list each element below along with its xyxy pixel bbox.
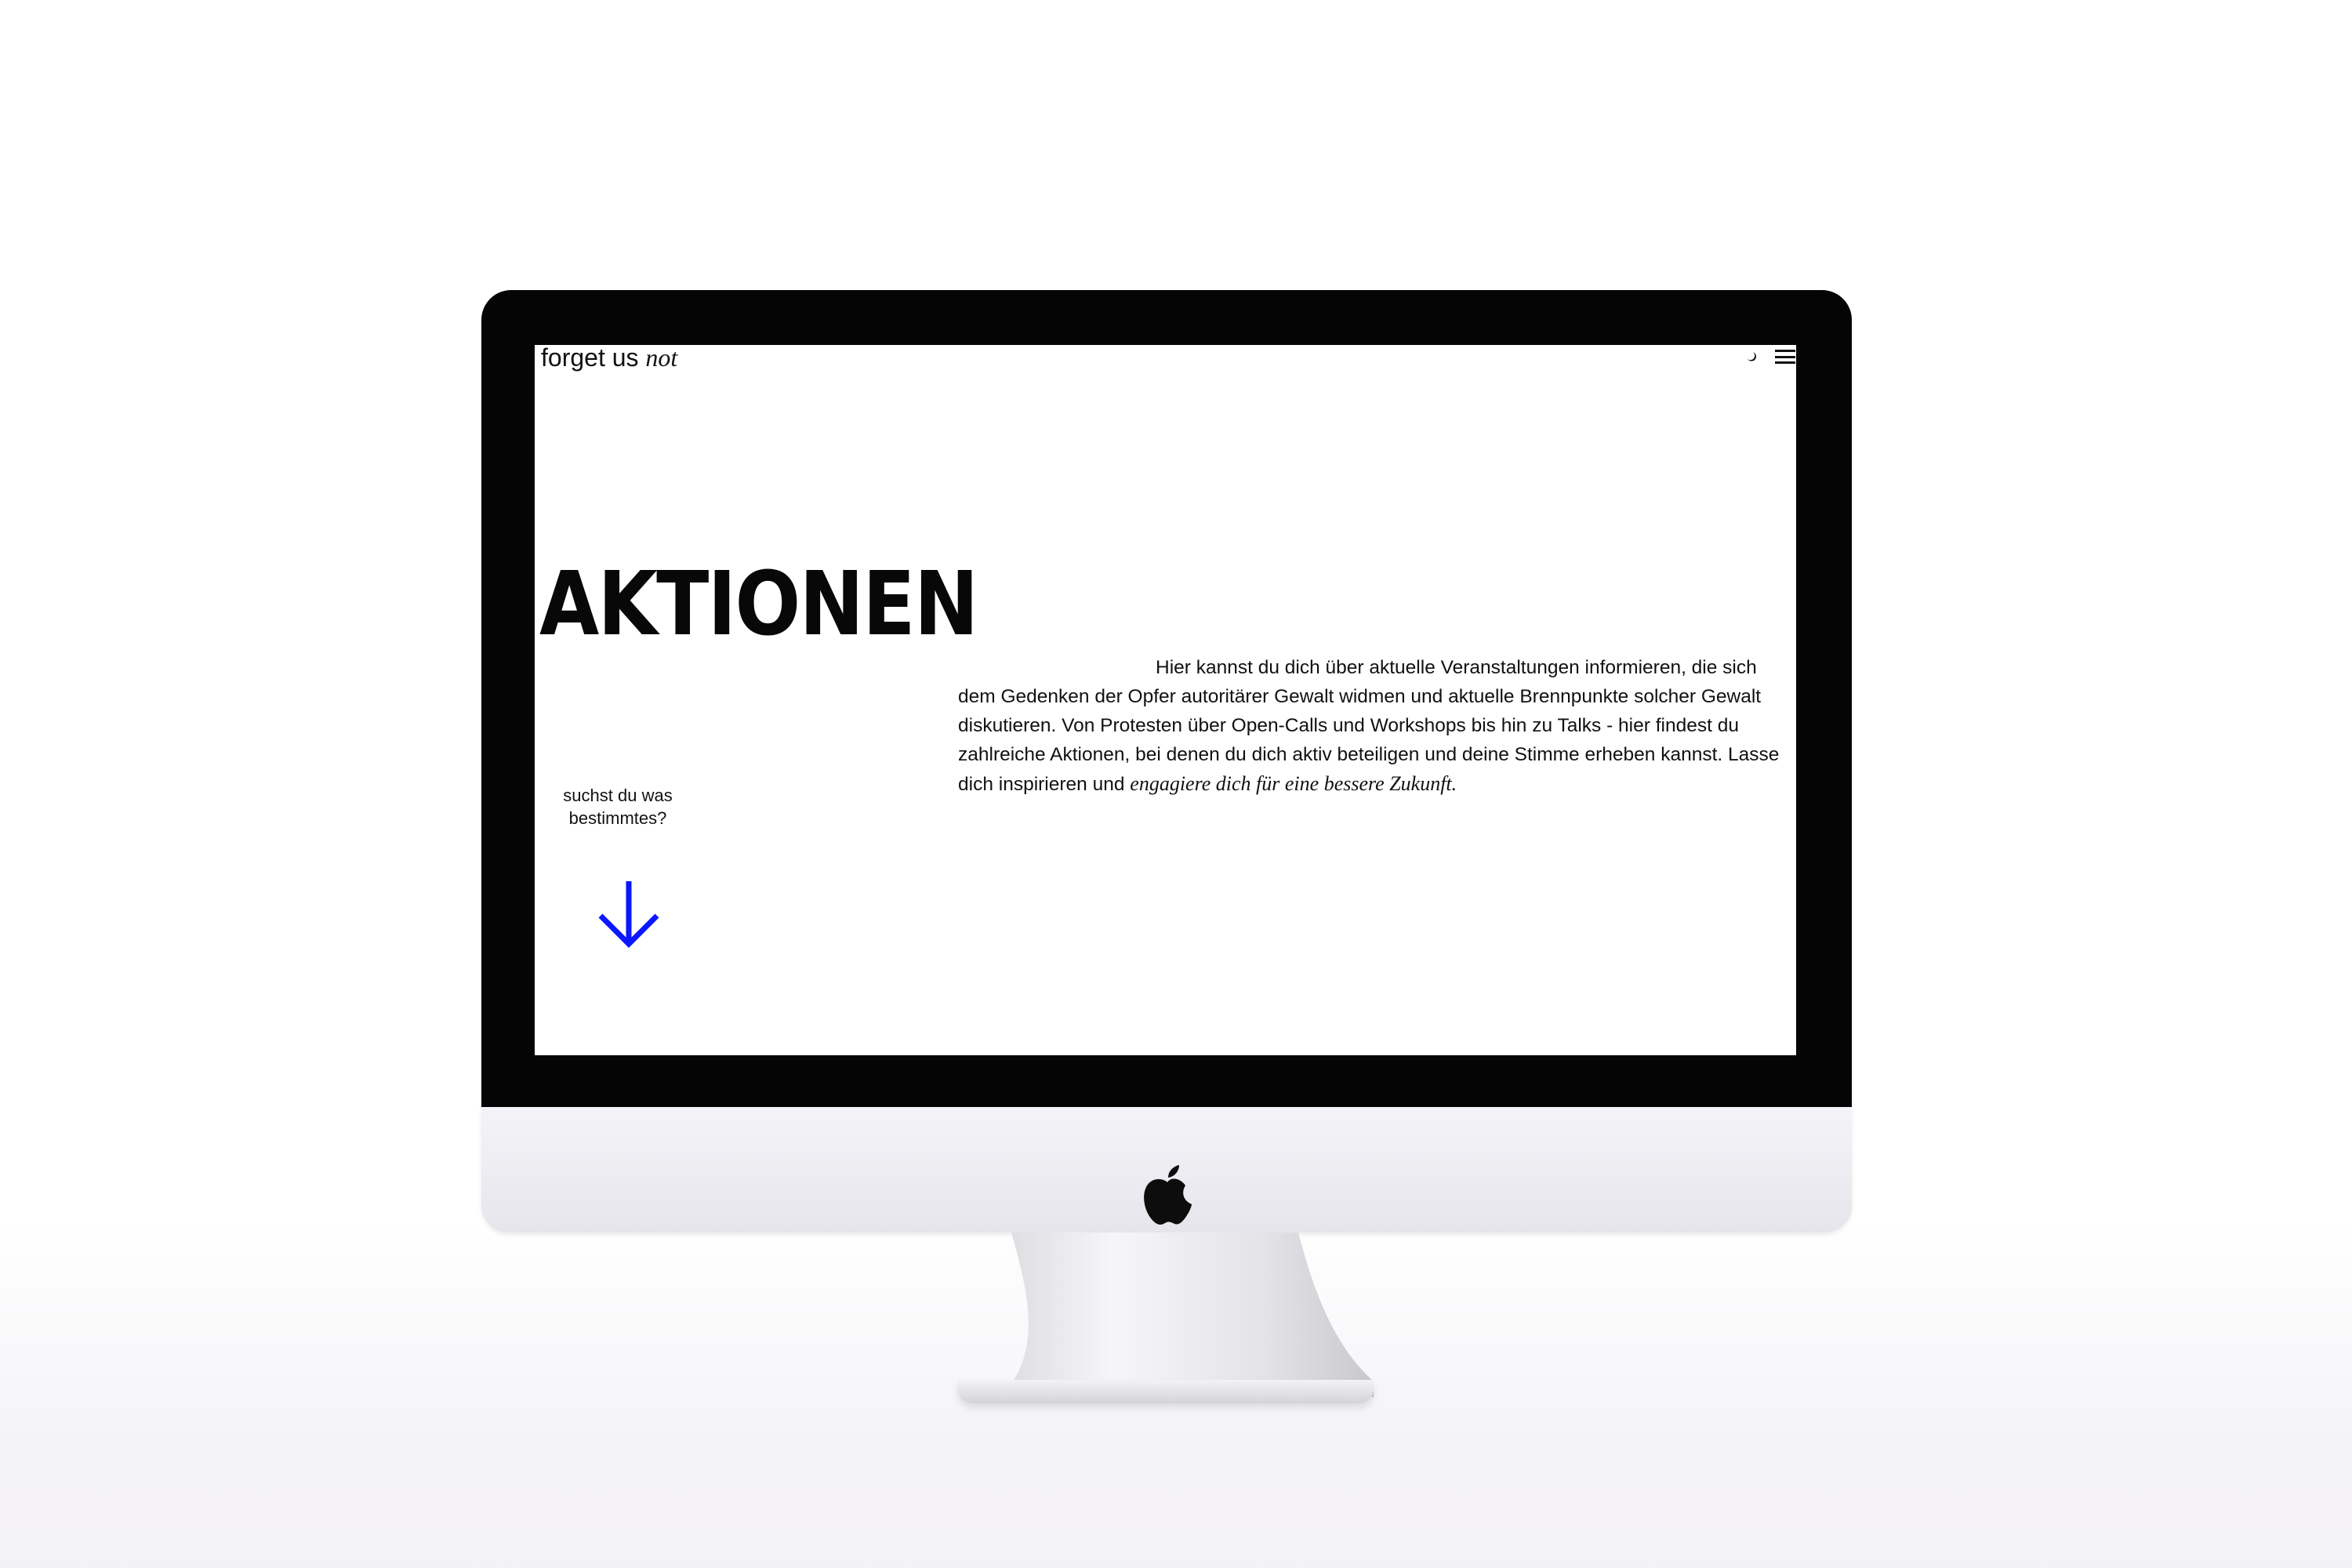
arrow-down-icon[interactable] (597, 880, 660, 950)
menu-line (1775, 350, 1795, 352)
page-title: AKTIONEN (539, 554, 978, 656)
monitor-stand (1000, 1232, 1374, 1397)
intro-italic-emphasis: engagiere dich für eine bessere Zukunft. (1130, 771, 1457, 795)
menu-line (1775, 361, 1795, 364)
monitor-stand-base (958, 1380, 1374, 1403)
apple-logo-icon (1142, 1165, 1193, 1228)
search-hint: suchst du was bestimmtes? (563, 786, 673, 828)
hamburger-menu-icon[interactable] (1775, 350, 1795, 364)
site-logo[interactable]: forget us not (541, 345, 677, 372)
website-screen: forget us not AKTIONEN Hier kannst du di… (535, 345, 1796, 1055)
intro-paragraph: Hier kannst du dich über aktuelle Verans… (958, 653, 1794, 799)
monitor-chin (481, 1107, 1852, 1232)
site-logo-text: forget us (541, 345, 639, 372)
imac-monitor: forget us not AKTIONEN Hier kannst du di… (481, 290, 1852, 1232)
moon-icon[interactable] (1745, 350, 1758, 363)
site-logo-italic: not (645, 345, 678, 372)
menu-line (1775, 355, 1795, 358)
monitor-bezel: forget us not AKTIONEN Hier kannst du di… (481, 290, 1852, 1107)
